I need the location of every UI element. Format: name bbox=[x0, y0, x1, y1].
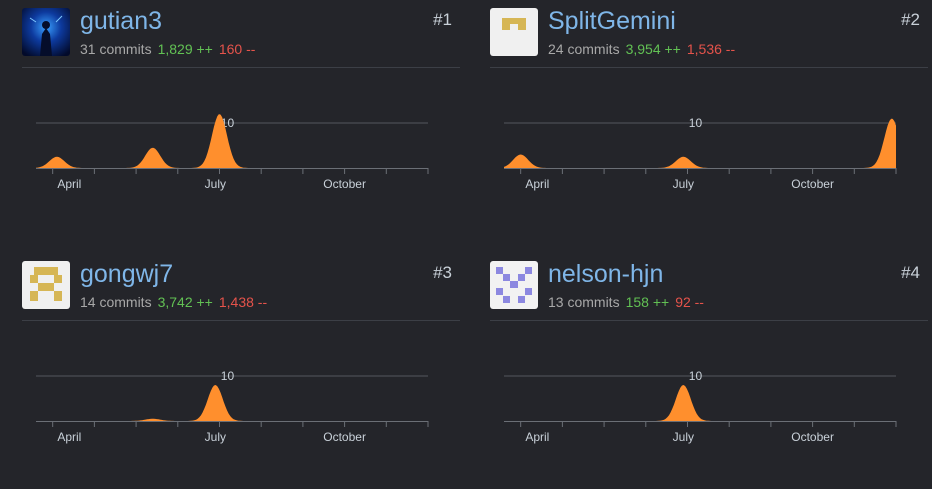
x-tick-label: April bbox=[525, 430, 549, 444]
x-tick-label: April bbox=[57, 177, 81, 191]
additions-count: 158 ++ bbox=[625, 294, 670, 310]
avatar[interactable] bbox=[490, 261, 538, 309]
commit-area bbox=[36, 385, 428, 421]
x-tick-label: April bbox=[525, 177, 549, 191]
x-tick-label: July bbox=[205, 177, 226, 191]
x-tick-label: July bbox=[673, 177, 694, 191]
commit-count[interactable]: 31 commits bbox=[80, 41, 152, 57]
contributor-card: SplitGemini 24 commits 3,954 ++ 1,536 -- #… bbox=[490, 0, 930, 236]
x-tick-label: July bbox=[205, 430, 226, 444]
rank-label: #1 bbox=[433, 10, 452, 29]
additions-count: 1,829 ++ bbox=[157, 41, 213, 57]
deletions-count: 1,536 -- bbox=[686, 41, 736, 57]
avatar[interactable] bbox=[22, 8, 70, 56]
additions-count: 3,954 ++ bbox=[625, 41, 681, 57]
username-link[interactable]: SplitGemini bbox=[548, 6, 676, 36]
contribution-stats: 13 commits 158 ++ 92 -- bbox=[548, 293, 704, 311]
y-tick-label: 10 bbox=[689, 369, 703, 383]
contributor-card: gutian3 31 commits 1,829 ++ 160 -- #1 10 Ap… bbox=[22, 0, 462, 236]
commit-count[interactable]: 13 commits bbox=[548, 294, 620, 310]
contributor-card: gongwj7 14 commits 3,742 ++ 1,438 -- #3 10… bbox=[22, 253, 462, 489]
contributor-card: nelson-hjn 13 commits 158 ++ 92 -- #4 10 Ap… bbox=[490, 253, 930, 489]
commit-area bbox=[504, 385, 896, 421]
deletions-count: 92 -- bbox=[675, 294, 704, 310]
username-link[interactable]: gutian3 bbox=[80, 6, 162, 36]
commit-activity-chart: 10 April July October bbox=[504, 369, 897, 444]
deletions-count: 160 -- bbox=[218, 41, 256, 57]
avatar[interactable] bbox=[22, 261, 70, 309]
x-tick-label: October bbox=[791, 430, 834, 444]
username-link[interactable]: nelson-hjn bbox=[548, 259, 663, 289]
commit-count[interactable]: 14 commits bbox=[80, 294, 152, 310]
additions-count: 3,742 ++ bbox=[157, 294, 213, 310]
contribution-stats: 14 commits 3,742 ++ 1,438 -- bbox=[80, 293, 267, 311]
x-tick-label: October bbox=[323, 430, 366, 444]
commit-count[interactable]: 24 commits bbox=[548, 41, 620, 57]
rank-label: #4 bbox=[901, 263, 920, 282]
rank-label: #2 bbox=[901, 10, 920, 29]
contribution-stats: 31 commits 1,829 ++ 160 -- bbox=[80, 40, 255, 58]
contribution-stats: 24 commits 3,954 ++ 1,536 -- bbox=[548, 40, 735, 58]
x-tick-label: July bbox=[673, 430, 694, 444]
deletions-count: 1,438 -- bbox=[218, 294, 268, 310]
rank-label: #3 bbox=[433, 263, 452, 282]
y-tick-label: 10 bbox=[689, 116, 703, 130]
avatar[interactable] bbox=[490, 8, 538, 56]
x-tick-label: October bbox=[323, 177, 366, 191]
commit-activity-chart: 10 April July October bbox=[504, 116, 897, 191]
commit-activity-chart: 10April July October bbox=[36, 114, 429, 191]
username-link[interactable]: gongwj7 bbox=[80, 259, 173, 289]
x-tick-label: October bbox=[791, 177, 834, 191]
commit-activity-chart: 10 April July October bbox=[36, 369, 429, 444]
y-tick-label: 10 bbox=[221, 369, 235, 383]
x-tick-label: April bbox=[57, 430, 81, 444]
